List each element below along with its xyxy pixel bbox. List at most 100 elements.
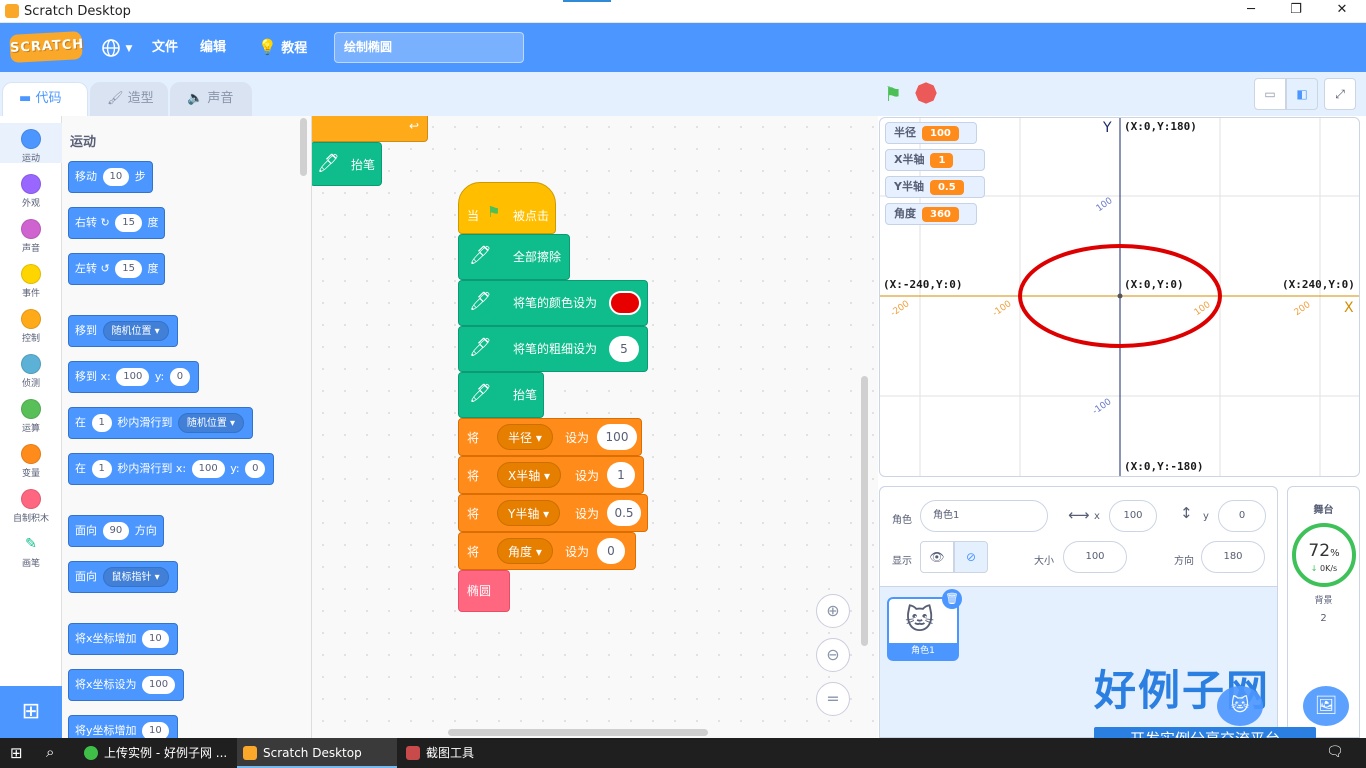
workspace-vertical-scrollbar[interactable] — [861, 376, 868, 646]
pen-up-block[interactable]: 🖊 抬笔 — [458, 372, 544, 418]
variable-dropdown[interactable]: 半径 ▾ — [497, 424, 553, 450]
block-dropdown[interactable]: 鼠标指针 ▾ — [102, 567, 169, 587]
monitor-y-semiaxis[interactable]: Y半轴 0.5 — [885, 176, 985, 198]
category-variables[interactable]: 变量 — [0, 444, 62, 479]
show-sprite-button[interactable]: 👁 — [920, 541, 954, 573]
close-button[interactable]: ✕ — [1327, 2, 1357, 20]
category-operators[interactable]: 运算 — [0, 399, 62, 434]
palette-scrollbar[interactable] — [300, 118, 307, 176]
tutorials-menu[interactable]: 💡 教程 — [258, 23, 307, 72]
point-towards-block[interactable]: 面向 鼠标指针 ▾ — [68, 561, 178, 593]
go-to-xy-block[interactable]: 移到 x: 100 y: 0 — [68, 361, 200, 393]
zoom-in-button[interactable]: ⊕ — [816, 594, 850, 628]
pen-color-swatch[interactable] — [609, 291, 641, 315]
stage-canvas[interactable]: 半径 100 X半轴 1 Y半轴 0.5 角度 360 (X:0,Y:180) (X:0… — [879, 117, 1360, 477]
block-dropdown[interactable]: 随机位置 ▾ — [102, 321, 169, 341]
variable-value-input[interactable]: 0 — [597, 538, 625, 564]
control-block-end[interactable]: ↩ — [312, 116, 428, 142]
move-steps-block[interactable]: 移动 10 步 — [68, 161, 153, 193]
variable-value-input[interactable]: 0.5 — [607, 500, 641, 526]
file-menu[interactable]: 文件 — [152, 23, 178, 72]
direction-input[interactable]: 180 — [1201, 541, 1265, 573]
block-input[interactable]: 0 — [169, 368, 191, 386]
x-position-input[interactable]: 100 — [1109, 500, 1157, 532]
when-flag-clicked-block[interactable]: 当 ⚑ 被点击 — [458, 182, 556, 234]
category-events[interactable]: 事件 — [0, 264, 62, 299]
category-looks[interactable]: 外观 — [0, 174, 62, 209]
erase-all-block[interactable]: 🖊 全部擦除 — [458, 234, 570, 280]
variable-dropdown[interactable]: 角度 ▾ — [497, 538, 553, 564]
zoom-out-button[interactable]: ⊖ — [816, 638, 850, 672]
variable-value-input[interactable]: 100 — [597, 424, 637, 450]
set-pen-color-block[interactable]: 🖊 将笔的颜色设为 — [458, 280, 648, 326]
turn-right-block[interactable]: 右转 ↻ 15 度 — [68, 207, 166, 239]
block-input[interactable]: 1 — [91, 414, 112, 432]
zoom-reset-button[interactable]: = — [816, 682, 850, 716]
monitor-angle[interactable]: 角度 360 — [885, 203, 977, 225]
block-input[interactable]: 1 — [91, 460, 112, 478]
category-my-blocks[interactable]: 自制积木 — [0, 489, 62, 524]
project-title-input[interactable]: 绘制椭圆 — [334, 32, 524, 63]
workspace-horizontal-scrollbar[interactable] — [448, 729, 708, 736]
windows-start-icon[interactable]: ⊞ — [10, 744, 28, 762]
minimize-button[interactable]: ─ — [1236, 2, 1266, 20]
block-input[interactable]: 0 — [245, 460, 266, 478]
choose-sprite-button[interactable]: 🐱 — [1217, 686, 1263, 726]
go-to-block[interactable]: 移到 随机位置 ▾ — [68, 315, 178, 347]
block-input[interactable]: 15 — [115, 260, 142, 278]
stop-button[interactable] — [913, 80, 939, 106]
tab-code[interactable]: ▬ 代码 — [2, 82, 88, 116]
category-sensing[interactable]: 侦测 — [0, 354, 62, 389]
category-control[interactable]: 控制 — [0, 309, 62, 344]
y-position-input[interactable]: 0 — [1218, 500, 1266, 532]
block-input[interactable]: 90 — [102, 522, 130, 540]
block-input[interactable]: 100 — [116, 368, 150, 386]
fullscreen-button[interactable]: ⤢ — [1324, 78, 1356, 110]
glide-to-xy-block[interactable]: 在 1 秒内滑行到 x: 100 y: 0 — [68, 453, 275, 485]
category-pen[interactable]: ✎ 画笔 — [0, 534, 62, 569]
add-extension-button[interactable]: ⊞ — [0, 686, 62, 738]
set-radius-block[interactable]: 将 半径 ▾ 设为 100 — [458, 418, 642, 456]
monitor-x-semiaxis[interactable]: X半轴 1 — [885, 149, 985, 171]
maximize-button[interactable]: ❐ — [1281, 2, 1311, 20]
set-angle-block[interactable]: 将 角度 ▾ 设为 0 — [458, 532, 636, 570]
green-flag-button[interactable]: ⚑ — [884, 82, 902, 106]
variable-dropdown[interactable]: X半轴 ▾ — [497, 462, 562, 488]
tab-sounds[interactable]: 🔈 声音 — [170, 82, 252, 116]
set-pen-size-block[interactable]: 🖊 将笔的粗细设为 5 — [458, 326, 648, 372]
tab-costumes[interactable]: 🖌 造型 — [90, 82, 168, 116]
change-x-block[interactable]: 将x坐标增加 10 — [68, 623, 178, 655]
set-y-semiaxis-block[interactable]: 将 Y半轴 ▾ 设为 0.5 — [458, 494, 648, 532]
block-input[interactable]: 10 — [102, 168, 130, 186]
glide-to-block[interactable]: 在 1 秒内滑行到 随机位置 ▾ — [68, 407, 254, 439]
taskbar-item-scratch[interactable]: Scratch Desktop — [237, 738, 397, 768]
search-icon[interactable]: ⌕ — [46, 743, 54, 761]
size-input[interactable]: 100 — [1063, 541, 1127, 573]
turn-left-block[interactable]: 左转 ↺ 15 度 — [68, 253, 166, 285]
pen-size-input[interactable]: 5 — [609, 336, 639, 362]
block-dropdown[interactable]: 随机位置 ▾ — [177, 413, 245, 433]
notification-icon[interactable]: 🗨 — [1326, 744, 1344, 760]
taskbar-item-snipping[interactable]: 截图工具 — [400, 738, 550, 768]
small-stage-button[interactable]: ▭ — [1254, 78, 1286, 110]
delete-sprite-button[interactable]: 🗑 — [942, 589, 962, 609]
large-stage-button[interactable]: ◧ — [1286, 78, 1318, 110]
variable-dropdown[interactable]: Y半轴 ▾ — [497, 500, 561, 526]
block-input[interactable]: 10 — [142, 630, 169, 648]
category-sound[interactable]: 声音 — [0, 219, 62, 254]
hide-sprite-button[interactable]: ⊘ — [954, 541, 988, 573]
block-input[interactable]: 10 — [142, 722, 169, 738]
pen-up-block-detached[interactable]: 🖊 抬笔 — [312, 142, 382, 186]
choose-backdrop-button[interactable]: 🖼 — [1303, 686, 1349, 726]
monitor-radius[interactable]: 半径 100 — [885, 122, 977, 144]
point-direction-block[interactable]: 面向 90 方向 — [68, 515, 164, 547]
edit-menu[interactable]: 编辑 — [200, 23, 226, 72]
change-y-block[interactable]: 将y坐标增加 10 — [68, 715, 178, 738]
block-input[interactable]: 100 — [191, 460, 225, 478]
set-x-semiaxis-block[interactable]: 将 X半轴 ▾ 设为 1 — [458, 456, 644, 494]
variable-value-input[interactable]: 1 — [607, 462, 635, 488]
taskbar-item-browser[interactable]: 上传实例 - 好例子网 ... — [78, 738, 233, 768]
block-input[interactable]: 100 — [142, 676, 176, 694]
block-input[interactable]: 15 — [115, 214, 142, 232]
language-menu[interactable]: ▼ — [101, 23, 132, 72]
